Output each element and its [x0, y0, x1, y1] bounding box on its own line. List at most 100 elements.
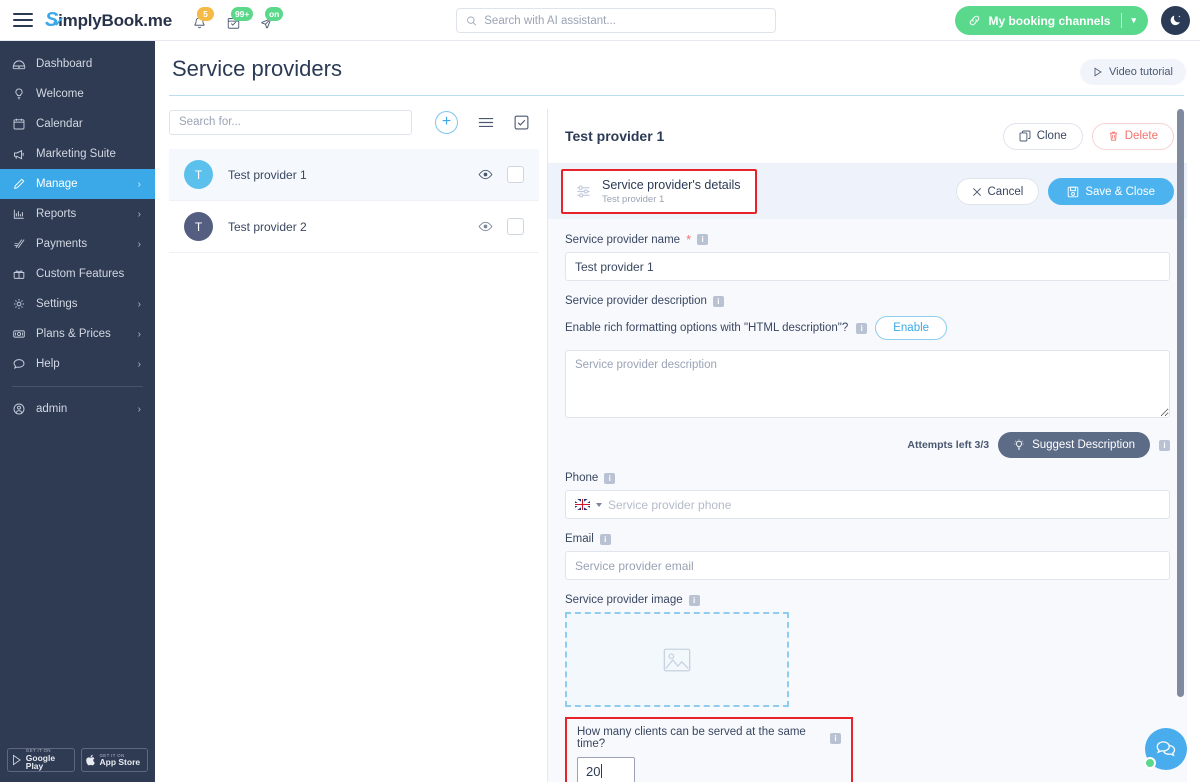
country-flag-icon[interactable] — [575, 499, 590, 510]
panel-scrollbar[interactable] — [1177, 109, 1184, 782]
chat-widget-button[interactable] — [1144, 728, 1187, 770]
delete-button[interactable]: Delete — [1091, 122, 1174, 150]
field-provider-name: Service provider name * i — [565, 233, 1170, 281]
app-store-badge[interactable]: GET IT ON App Store — [80, 748, 148, 772]
scrollbar-thumb[interactable] — [1177, 109, 1184, 697]
image-dropzone[interactable] — [565, 612, 789, 707]
chat-bubble-icon — [12, 357, 36, 371]
sidebar-item-admin[interactable]: admin › — [0, 394, 155, 424]
provider-checkbox[interactable] — [507, 166, 524, 183]
trash-icon — [1109, 131, 1117, 141]
chevron-down-icon[interactable] — [596, 502, 602, 507]
sidebar-item-custom-features[interactable]: Custom Features — [0, 259, 155, 289]
save-label: Save & Close — [1085, 185, 1155, 198]
dashboard-icon — [12, 57, 36, 71]
sidebar-item-reports[interactable]: Reports › — [0, 199, 155, 229]
sidebar-item-settings[interactable]: Settings › — [0, 289, 155, 319]
provider-description-textarea[interactable] — [565, 350, 1170, 418]
sidebar-label: Help — [36, 358, 60, 370]
dark-mode-icon[interactable] — [1161, 6, 1190, 35]
app-store-badges: GET IT ON Google Play GET IT ON App Stor… — [0, 748, 155, 772]
provider-name-input[interactable] — [565, 252, 1170, 281]
phone-input[interactable] — [608, 497, 1160, 512]
select-all-icon[interactable] — [514, 115, 529, 130]
google-play-badge[interactable]: GET IT ON Google Play — [7, 748, 75, 772]
top-bar: SimplyBook.me 5 99+ on My booking channe — [0, 0, 1200, 41]
field-email: Email i — [565, 533, 1170, 580]
provider-list-item[interactable]: T Test provider 1 — [169, 149, 539, 201]
capacity-value: 20 — [586, 763, 601, 779]
booking-channels-button[interactable]: My booking channels ▾ — [955, 6, 1148, 35]
chevron-down-icon[interactable]: ▾ — [1131, 15, 1136, 26]
label-text: Phone — [565, 472, 599, 484]
chevron-right-icon: › — [137, 403, 141, 415]
bell-icon[interactable]: 5 — [190, 7, 214, 31]
search-icon — [467, 15, 477, 26]
info-icon[interactable]: i — [830, 732, 841, 744]
sidebar-label: Payments — [36, 238, 88, 250]
sidebar-label: Reports — [36, 208, 77, 220]
sidebar-item-dashboard[interactable]: Dashboard — [0, 49, 155, 79]
sidebar-label: Welcome — [36, 88, 84, 100]
messages-badge: on — [264, 7, 284, 21]
sidebar-item-plans-and-prices[interactable]: Plans & Prices › — [0, 319, 155, 349]
info-icon[interactable]: i — [697, 234, 709, 245]
clone-label: Clone — [1036, 130, 1067, 142]
sidebar-item-help[interactable]: Help › — [0, 349, 155, 379]
ai-search-input[interactable] — [484, 14, 766, 27]
sidebar-label: Manage — [36, 178, 78, 190]
field-label: Phone i — [565, 472, 1170, 484]
avatar: T — [184, 160, 213, 189]
email-input[interactable] — [565, 551, 1170, 580]
pencil-icon — [12, 177, 36, 191]
sidebar-item-marketing-suite[interactable]: Marketing Suite — [0, 139, 155, 169]
provider-checkbox[interactable] — [507, 218, 524, 235]
save-and-close-button[interactable]: Save & Close — [1048, 178, 1174, 205]
ai-search-box[interactable] — [456, 8, 776, 33]
info-icon[interactable]: i — [688, 594, 700, 606]
info-icon[interactable]: i — [712, 295, 724, 307]
list-view-icon[interactable] — [478, 116, 494, 129]
html-description-toggle-row: Enable rich formatting options with "HTM… — [565, 316, 1170, 340]
info-icon[interactable]: i — [856, 322, 868, 334]
sidebar-item-welcome[interactable]: Welcome — [0, 79, 155, 109]
calendar-check-icon[interactable]: 99+ — [224, 7, 254, 31]
suggest-description-button[interactable]: Suggest Description — [998, 432, 1150, 458]
tab-service-provider-details[interactable]: Service provider's details Test provider… — [561, 168, 757, 215]
field-label: How many clients can be served at the sa… — [577, 726, 841, 750]
sidebar-label: Settings — [36, 298, 78, 310]
provider-search-input[interactable] — [169, 109, 412, 135]
payments-icon — [12, 237, 36, 251]
info-icon[interactable]: i — [599, 533, 611, 545]
sidebar-item-calendar[interactable]: Calendar — [0, 109, 155, 139]
close-icon — [972, 187, 981, 196]
phone-input-group[interactable] — [565, 490, 1170, 519]
app-logo[interactable]: SimplyBook.me — [45, 9, 172, 32]
text-cursor — [601, 764, 603, 778]
sidebar-item-payments[interactable]: Payments › — [0, 229, 155, 259]
clone-button[interactable]: Clone — [1002, 122, 1083, 150]
provider-details-panel: Test provider 1 Clone Delete Service pro… — [547, 109, 1187, 782]
money-icon — [12, 327, 36, 341]
info-icon[interactable]: i — [1159, 439, 1170, 451]
panel-title: Test provider 1 — [565, 128, 665, 144]
online-status-dot — [1144, 757, 1156, 769]
add-provider-button[interactable]: + — [435, 110, 458, 134]
provider-list: T Test provider 1 T Test provider 2 — [169, 149, 539, 253]
eye-icon[interactable] — [478, 169, 493, 180]
cancel-button[interactable]: Cancel — [955, 178, 1040, 205]
provider-list-item[interactable]: T Test provider 2 — [169, 201, 539, 253]
bar-chart-icon — [12, 207, 36, 221]
field-phone: Phone i — [565, 472, 1170, 519]
sidebar-item-manage[interactable]: Manage › — [0, 169, 155, 199]
required-marker: * — [686, 232, 692, 247]
eye-icon[interactable] — [478, 221, 493, 232]
info-icon[interactable]: i — [604, 472, 616, 484]
hamburger-icon[interactable] — [13, 13, 33, 27]
paper-plane-icon[interactable]: on — [258, 7, 284, 31]
enable-html-description-button[interactable]: Enable — [875, 316, 948, 340]
video-tutorial-button[interactable]: Video tutorial — [1079, 59, 1186, 85]
capacity-input[interactable]: 20 — [577, 757, 635, 782]
gift-icon — [12, 267, 36, 281]
cancel-label: Cancel — [987, 185, 1024, 198]
